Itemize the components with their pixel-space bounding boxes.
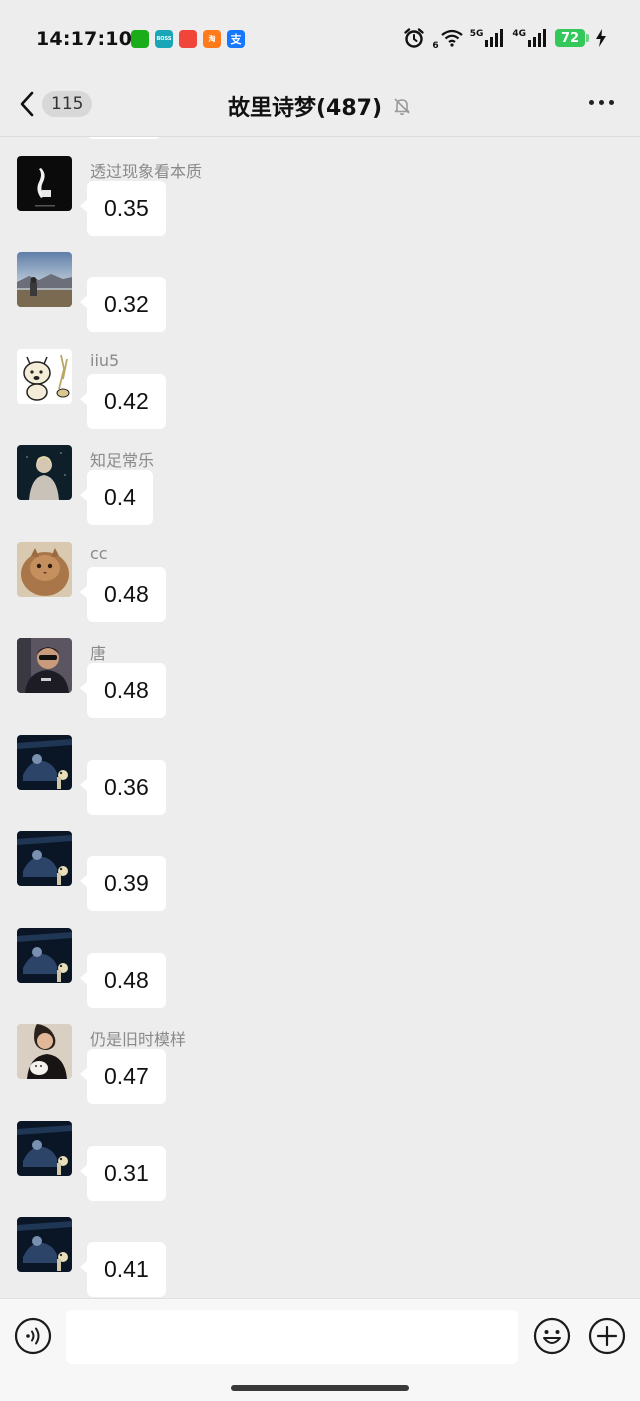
message-bubble[interactable]: 0.48 [80,663,166,718]
message-row: 0.31 [0,1102,640,1201]
taobao-app-icon: 淘 [203,30,221,48]
message-bubble[interactable]: 0.47 [80,1049,166,1104]
network-4g-label: 4G [512,29,526,39]
message-bubble[interactable]: 0.32 [80,277,166,332]
message-row: cc 0.48 [0,523,640,622]
wifi-label: 6 [432,41,439,51]
message-row: 0.32 [0,233,640,332]
message-list[interactable]: 透过现象看本质 0.35 0.32 iiu5 0.42 知足常乐 0.4 cc … [0,137,640,1298]
message-row: 透过现象看本质 0.35 [0,137,640,236]
message-bubble[interactable]: 0.4 [80,470,153,525]
message-row: 0.39 [0,812,640,911]
sender-name: cc [90,544,108,563]
network-5g-label: 5G [469,29,484,39]
message-bubble[interactable]: 0.39 [80,856,166,911]
more-dots-icon [599,100,604,105]
message-row: 0.48 [0,909,640,1008]
alarm-icon [404,28,425,48]
avatar[interactable] [17,638,72,693]
sender-name: 仍是旧时模样 [90,1030,187,1049]
boss-app-icon: BOSS [155,30,173,48]
avatar[interactable] [17,735,72,790]
notification-app-icons: BOSS 淘 支 [131,30,245,48]
toutiao-app-icon [179,30,197,48]
chat-nav-bar: 115 故里诗梦(487) [0,78,640,137]
message-bubble[interactable]: 0.42 [80,374,166,429]
more-dots-icon [609,100,614,105]
avatar[interactable] [17,928,72,983]
message-bubble[interactable]: 0.48 [80,953,166,1008]
message-bubble[interactable]: 0.35 [80,181,166,236]
wifi-icon [441,29,463,47]
more-functions-button[interactable] [588,1317,626,1355]
message-row: 0.41 [0,1198,640,1297]
chat-title[interactable]: 故里诗梦(487) [228,90,382,122]
signal-icon [485,29,504,47]
avatar[interactable] [17,1217,72,1272]
voice-icon [14,1317,52,1355]
more-options-button[interactable] [589,100,614,105]
message-row: 唐 0.48 [0,619,640,718]
status-time: 14:17:10 [36,28,133,50]
charging-icon [596,29,606,47]
message-bubble[interactable]: 0.41 [80,1242,166,1297]
bell-off-icon [394,98,410,116]
message-bubble[interactable]: 0.48 [80,567,166,622]
message-row: 0.36 [0,716,640,815]
wechat-app-icon [131,30,149,48]
avatar[interactable] [17,349,72,404]
sender-name: 唐 [90,644,107,663]
message-row: iiu5 0.42 [0,330,640,429]
chat-input-bar [0,1298,640,1401]
avatar[interactable] [17,445,72,500]
chat-title-wrap: 故里诗梦(487) [0,90,640,122]
more-dots-icon [589,100,594,105]
message-row: 知足常乐 0.4 [0,426,640,525]
message-bubble[interactable]: 0.36 [80,760,166,815]
avatar[interactable] [17,252,72,307]
battery-level: 72 [555,29,585,47]
voice-button[interactable] [14,1317,52,1355]
sender-name: 透过现象看本质 [90,162,203,181]
signal-icon [528,29,546,47]
plus-icon [588,1317,626,1355]
message-row: 仍是旧时模样 0.47 [0,1005,640,1104]
status-indicators: 6 5G 4G 72 [403,27,606,51]
emoji-icon [533,1317,571,1355]
sender-name: iiu5 [90,351,120,370]
status-bar: 14:17:10 BOSS 淘 支 6 5G 4G 72 [0,0,640,78]
emoji-button[interactable] [533,1317,571,1355]
message-input[interactable] [66,1310,518,1364]
home-indicator[interactable] [231,1385,409,1391]
alipay-app-icon: 支 [227,30,245,48]
avatar[interactable] [17,831,72,886]
message-bubble[interactable]: 0.31 [80,1146,166,1201]
avatar[interactable] [17,1024,72,1079]
sender-name: 知足常乐 [90,451,155,470]
avatar[interactable] [17,1121,72,1176]
avatar[interactable] [17,156,72,211]
battery-indicator: 72 [555,29,589,47]
battery-cap [586,34,589,42]
avatar[interactable] [17,542,72,597]
